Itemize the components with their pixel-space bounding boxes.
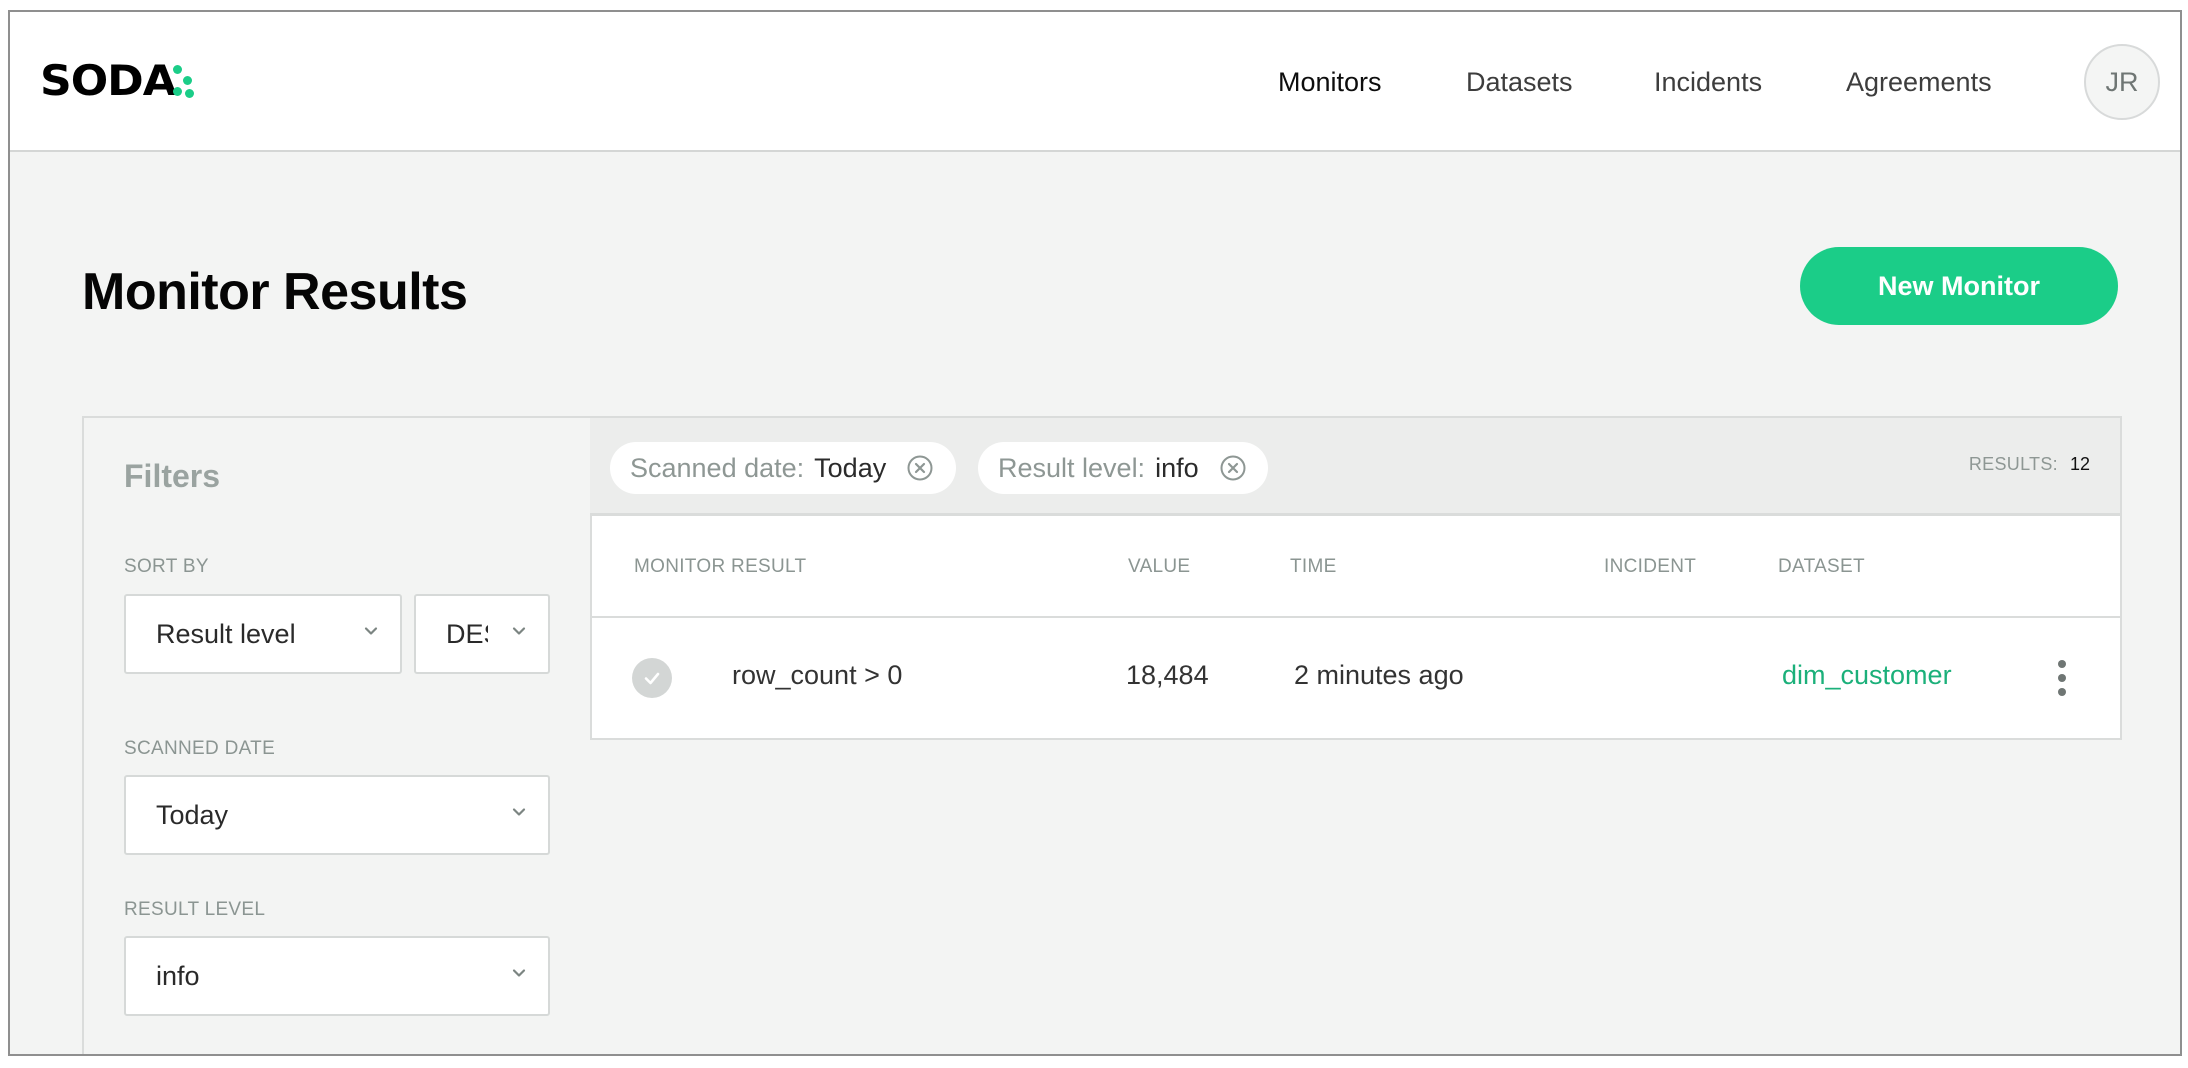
chevron-down-icon bbox=[512, 805, 526, 819]
scanned-date-select[interactable]: Today bbox=[124, 775, 550, 855]
nav-datasets[interactable]: Datasets bbox=[1466, 12, 1573, 152]
results-count-label: RESULTS: bbox=[1968, 454, 2058, 474]
sort-order-value: DES bbox=[446, 618, 488, 649]
results-count: RESULTS: 12 bbox=[1969, 454, 2090, 475]
result-level-select[interactable]: info bbox=[124, 936, 550, 1016]
results-table: MONITOR RESULT VALUE TIME INCIDENT DATAS… bbox=[590, 516, 2122, 740]
nav-agreements[interactable]: Agreements bbox=[1846, 12, 1992, 152]
more-options-icon[interactable] bbox=[2052, 658, 2072, 698]
results-count-value: 12 bbox=[2069, 454, 2090, 474]
nav-monitors[interactable]: Monitors bbox=[1278, 12, 1382, 152]
logo-text: SODA bbox=[40, 56, 177, 105]
chip-value: info bbox=[1155, 452, 1199, 483]
soda-logo[interactable]: SODA bbox=[40, 60, 197, 102]
chip-key: Result level: bbox=[998, 452, 1146, 483]
table-row[interactable]: row_count > 0 18,484 2 minutes ago dim_c… bbox=[592, 618, 2120, 738]
close-circle-icon[interactable] bbox=[1219, 454, 1247, 482]
chip-value: Today bbox=[814, 452, 887, 483]
active-filters-bar: Scanned date: Today Result level: info R… bbox=[590, 416, 2122, 516]
close-circle-icon[interactable] bbox=[906, 454, 934, 482]
dataset-link[interactable]: dim_customer bbox=[1782, 660, 1952, 691]
monitor-result-cell[interactable]: row_count > 0 bbox=[732, 660, 902, 691]
filters-panel: Filters SORT BY Result level DES SCANNED… bbox=[82, 416, 590, 1054]
col-dataset[interactable]: DATASET bbox=[1778, 556, 1865, 578]
filters-title: Filters bbox=[124, 458, 221, 494]
nav-incidents[interactable]: Incidents bbox=[1654, 12, 1762, 152]
filter-chip-result-level: Result level: info bbox=[978, 442, 1268, 494]
value-cell: 18,484 bbox=[1126, 660, 1209, 690]
check-circle-icon bbox=[632, 658, 672, 698]
top-nav-bar: SODA Monitors Datasets Incidents Agreeme… bbox=[10, 12, 2180, 152]
result-level-value: info bbox=[156, 960, 200, 991]
scanned-date-label: SCANNED DATE bbox=[124, 738, 276, 759]
logo-dots-icon bbox=[171, 63, 197, 99]
col-incident[interactable]: INCIDENT bbox=[1604, 556, 1696, 578]
chevron-down-icon bbox=[512, 624, 526, 638]
chevron-down-icon bbox=[512, 966, 526, 980]
scanned-date-value: Today bbox=[156, 799, 229, 830]
page-title: Monitor Results bbox=[82, 263, 468, 321]
result-level-label: RESULT LEVEL bbox=[124, 899, 266, 920]
sort-order-select[interactable]: DES bbox=[414, 594, 550, 674]
col-time[interactable]: TIME bbox=[1290, 556, 1337, 578]
sort-by-label: SORT BY bbox=[124, 556, 209, 577]
results-panel: Scanned date: Today Result level: info R… bbox=[590, 416, 2122, 1054]
sort-field-select[interactable]: Result level bbox=[124, 594, 402, 674]
user-avatar[interactable]: JR bbox=[2084, 44, 2160, 120]
app-window: SODA Monitors Datasets Incidents Agreeme… bbox=[8, 10, 2182, 1056]
chip-key: Scanned date: bbox=[630, 452, 805, 483]
new-monitor-button[interactable]: New Monitor bbox=[1800, 247, 2118, 325]
col-value[interactable]: VALUE bbox=[1128, 556, 1190, 578]
col-monitor-result[interactable]: MONITOR RESULT bbox=[634, 556, 806, 578]
filter-chip-scanned-date: Scanned date: Today bbox=[610, 442, 956, 494]
sort-field-value: Result level bbox=[156, 618, 296, 649]
time-cell: 2 minutes ago bbox=[1294, 660, 1464, 690]
chevron-down-icon bbox=[364, 624, 378, 638]
table-header: MONITOR RESULT VALUE TIME INCIDENT DATAS… bbox=[592, 516, 2120, 618]
